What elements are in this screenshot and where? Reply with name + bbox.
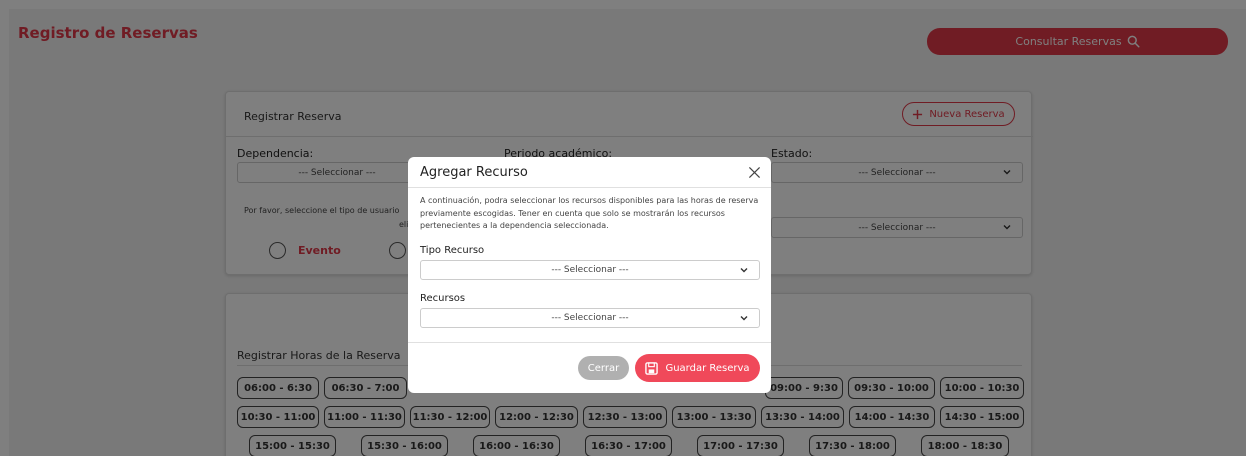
add-resource-modal: Agregar Recurso A continuación, podra se… bbox=[408, 157, 771, 393]
close-icon[interactable] bbox=[748, 166, 761, 179]
modal-description: A continuación, podra seleccionar los re… bbox=[420, 196, 759, 230]
recursos-value: --- Seleccionar --- bbox=[551, 313, 629, 323]
tipo-recurso-select[interactable]: --- Seleccionar --- bbox=[420, 260, 760, 280]
modal-title: Agregar Recurso bbox=[420, 165, 528, 180]
chevron-down-icon bbox=[740, 268, 748, 273]
modal-header-divider bbox=[408, 187, 771, 188]
tipo-recurso-value: --- Seleccionar --- bbox=[551, 265, 629, 275]
chevron-down-icon bbox=[740, 316, 748, 321]
save-reservation-button[interactable]: Guardar Reserva bbox=[635, 354, 760, 382]
close-button[interactable]: Cerrar bbox=[578, 356, 629, 380]
recursos-select[interactable]: --- Seleccionar --- bbox=[420, 308, 760, 328]
save-button-label: Guardar Reserva bbox=[665, 362, 750, 374]
tipo-recurso-label: Tipo Recurso bbox=[420, 245, 485, 256]
recursos-label: Recursos bbox=[420, 293, 466, 304]
save-icon bbox=[645, 361, 659, 375]
modal-footer-divider bbox=[408, 342, 771, 343]
